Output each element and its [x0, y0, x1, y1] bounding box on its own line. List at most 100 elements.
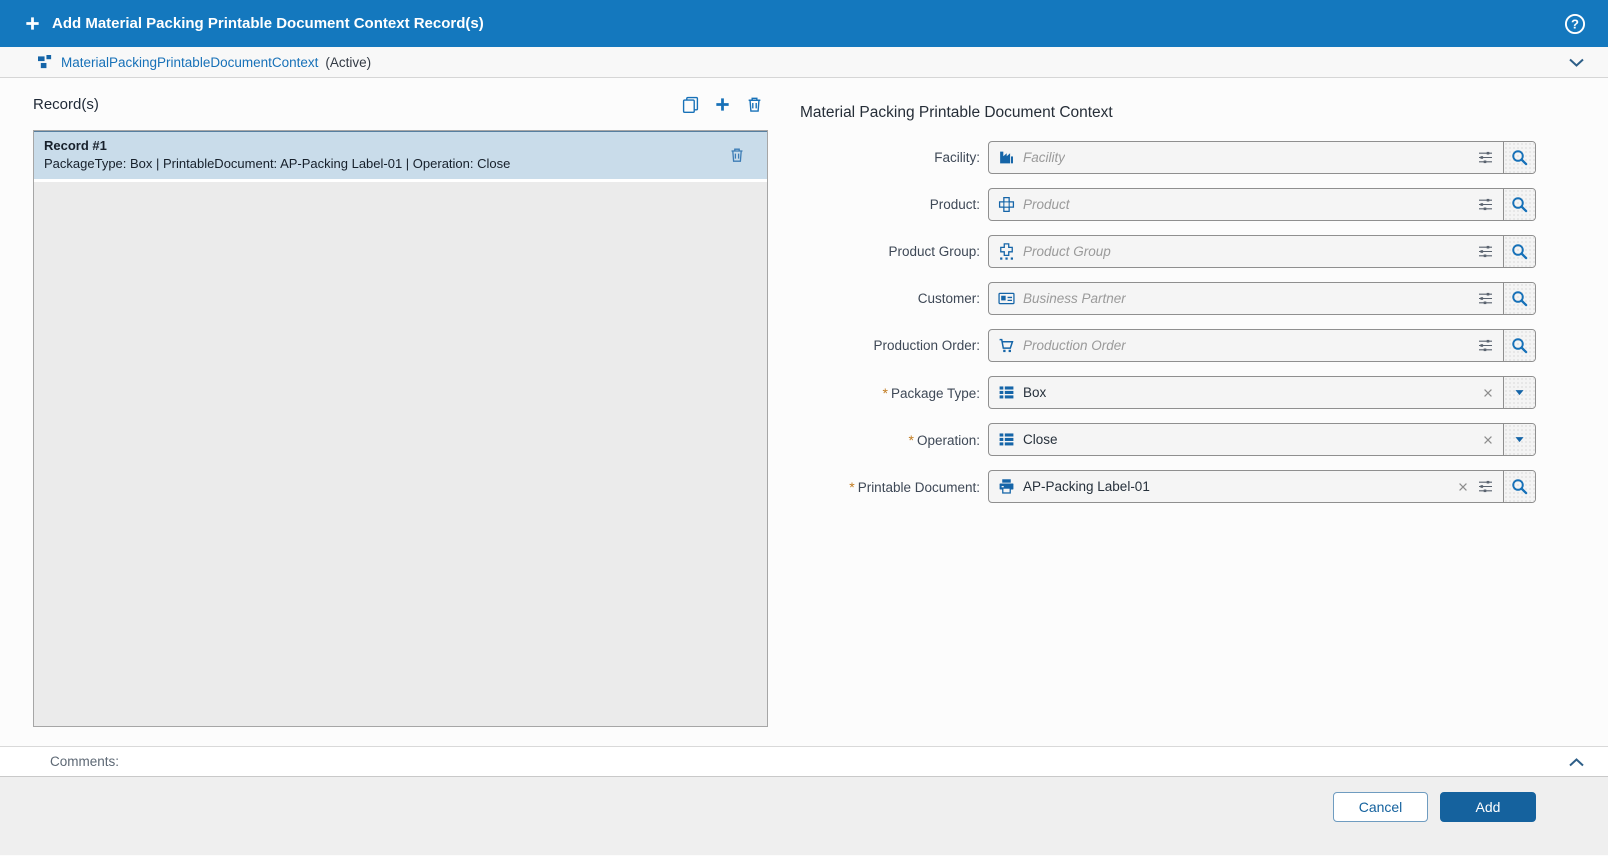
record-list[interactable]: Record #1 PackageType: Box | PrintableDo…	[33, 130, 768, 727]
chevron-down-icon	[1513, 386, 1526, 399]
record-texts: Record #1 PackageType: Box | PrintableDo…	[44, 137, 729, 173]
field-input-main[interactable]: Product Group	[989, 236, 1503, 267]
field-text: Production Order	[1023, 338, 1126, 353]
field-input-main[interactable]: Facility	[989, 142, 1503, 173]
dropdown-button[interactable]	[1503, 377, 1535, 408]
dialog-body: Record(s) Record #1 PackageType: Box | P…	[0, 78, 1608, 746]
record-title: Record #1	[44, 137, 729, 155]
records-panel-title: Record(s)	[33, 96, 667, 113]
cancel-button[interactable]: Cancel	[1333, 792, 1428, 822]
field-label: Product Group:	[800, 244, 988, 259]
field-label: *Operation:	[800, 432, 988, 448]
entity-name[interactable]: MaterialPackingPrintableDocumentContext	[61, 55, 318, 70]
field-label: Customer:	[800, 291, 988, 306]
field-text: Product	[1023, 197, 1070, 212]
form-panel: Material Packing Printable Document Cont…	[800, 78, 1536, 746]
filter-settings-icon[interactable]	[1477, 244, 1494, 260]
product-group-icon	[998, 243, 1015, 260]
delete-record-button[interactable]	[746, 96, 763, 113]
field-label-text: Customer:	[918, 291, 980, 306]
chevron-down-icon[interactable]	[1567, 54, 1586, 70]
field-text: Close	[1023, 432, 1058, 447]
filter-settings-icon[interactable]	[1477, 338, 1494, 354]
search-button[interactable]	[1503, 189, 1535, 220]
comments-bar[interactable]: Comments:	[0, 746, 1608, 777]
field-input-main[interactable]: AP-Packing Label-01	[989, 471, 1503, 502]
plus-icon	[24, 15, 41, 32]
field-text: Facility	[1023, 150, 1065, 165]
add-record-dialog: Add Material Packing Printable Document …	[0, 0, 1608, 855]
field-text: AP-Packing Label-01	[1023, 479, 1150, 494]
required-asterisk: *	[849, 479, 854, 495]
field-text: Product Group	[1023, 244, 1111, 259]
copy-record-button[interactable]	[682, 96, 699, 113]
field-input[interactable]: Close	[988, 423, 1536, 456]
search-button[interactable]	[1503, 330, 1535, 361]
field-label: Product:	[800, 197, 988, 212]
form-field-row: * Package Type: Box	[800, 376, 1536, 409]
field-input[interactable]: AP-Packing Label-01	[988, 470, 1536, 503]
field-input-main[interactable]: Box	[989, 377, 1503, 408]
comments-label: Comments:	[50, 754, 1567, 769]
form-field-row: *Operation: Close	[800, 423, 1536, 456]
record-list-item[interactable]: Record #1 PackageType: Box | PrintableDo…	[34, 131, 767, 182]
form-field-row: Facility: Facility	[800, 141, 1536, 174]
delete-icon[interactable]	[729, 147, 745, 163]
field-input-main[interactable]: Business Partner	[989, 283, 1503, 314]
search-button[interactable]	[1503, 283, 1535, 314]
search-icon	[1511, 290, 1528, 307]
field-label-text: Facility:	[934, 150, 980, 165]
field-label-text: Operation:	[917, 433, 980, 448]
form-field-row: Product Group: Product Group	[800, 235, 1536, 268]
filter-settings-icon[interactable]	[1477, 479, 1494, 495]
field-label-text: Product:	[930, 197, 980, 212]
printer-icon	[998, 478, 1015, 495]
record-summary: PackageType: Box | PrintableDocument: AP…	[44, 155, 729, 173]
filter-settings-icon[interactable]	[1477, 197, 1494, 213]
business-partner-icon	[998, 290, 1015, 307]
field-label-text: Package Type:	[891, 386, 980, 401]
field-label-text: Printable Document:	[858, 480, 980, 495]
field-input-main[interactable]: Product	[989, 189, 1503, 220]
search-icon	[1511, 196, 1528, 213]
dialog-title: Add Material Packing Printable Document …	[52, 15, 1564, 32]
field-input[interactable]: Facility	[988, 141, 1536, 174]
product-icon	[998, 196, 1015, 213]
search-icon	[1511, 149, 1528, 166]
filter-settings-icon[interactable]	[1477, 291, 1494, 307]
clear-icon[interactable]	[1482, 387, 1494, 399]
clear-icon[interactable]	[1482, 434, 1494, 446]
form-field-row: Product: Product	[800, 188, 1536, 221]
search-button[interactable]	[1503, 236, 1535, 267]
form-fields: Facility: Facility Product: P	[800, 141, 1536, 503]
field-input[interactable]: Business Partner	[988, 282, 1536, 315]
records-panel-header: Record(s)	[33, 78, 768, 130]
form-title: Material Packing Printable Document Cont…	[800, 104, 1536, 122]
filter-settings-icon[interactable]	[1477, 150, 1494, 166]
field-label: Facility:	[800, 150, 988, 165]
form-field-row: * Printable Document: AP-Packing Label-01	[800, 470, 1536, 503]
dropdown-button[interactable]	[1503, 424, 1535, 455]
dialog-header: Add Material Packing Printable Document …	[0, 0, 1608, 47]
add-record-button[interactable]	[714, 96, 731, 113]
search-button[interactable]	[1503, 142, 1535, 173]
field-input[interactable]: Production Order	[988, 329, 1536, 362]
dialog-footer: Cancel Add	[0, 777, 1608, 855]
required-asterisk: *	[882, 385, 887, 401]
chevron-up-icon[interactable]	[1567, 754, 1586, 770]
search-button[interactable]	[1503, 471, 1535, 502]
clear-icon[interactable]	[1457, 481, 1469, 493]
list-icon	[998, 431, 1015, 448]
field-label: Production Order:	[800, 338, 988, 353]
add-button[interactable]: Add	[1440, 792, 1536, 822]
field-input[interactable]: Box	[988, 376, 1536, 409]
field-input[interactable]: Product Group	[988, 235, 1536, 268]
field-input[interactable]: Product	[988, 188, 1536, 221]
field-input-main[interactable]: Close	[989, 424, 1503, 455]
form-field-row: Customer: Business Partner	[800, 282, 1536, 315]
search-icon	[1511, 337, 1528, 354]
required-asterisk: *	[909, 432, 914, 448]
help-icon[interactable]	[1564, 13, 1586, 35]
field-input-main[interactable]: Production Order	[989, 330, 1503, 361]
field-text: Business Partner	[1023, 291, 1126, 306]
